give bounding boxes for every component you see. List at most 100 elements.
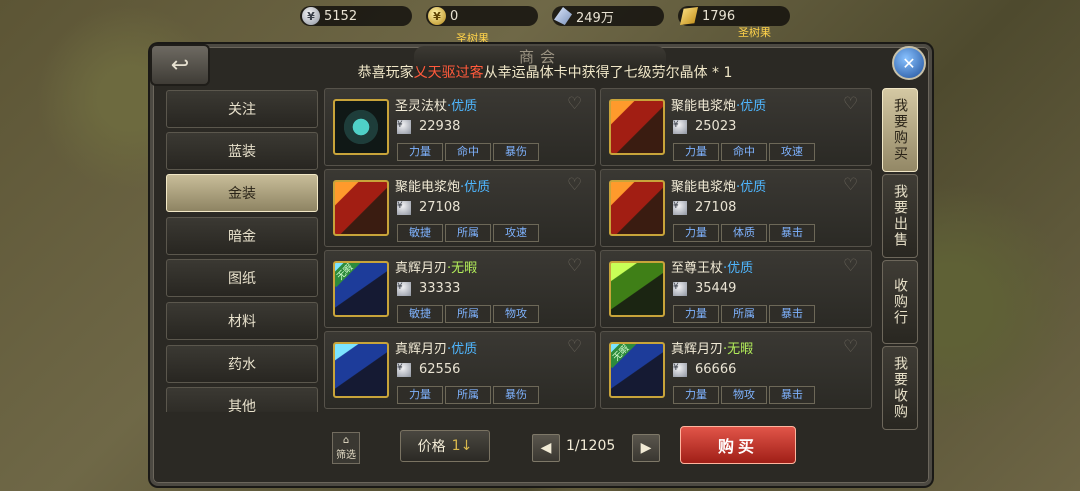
item-card[interactable]: 聚能电浆炮·优质 ♡ ¥27108 敏捷 所属 攻速 bbox=[324, 169, 596, 247]
item-card[interactable]: 无暇 真辉月刃·无暇 ♡ ¥66666 力量 物攻 暴击 bbox=[600, 331, 872, 409]
attr-badge: 敏捷 bbox=[397, 305, 443, 323]
prev-page-button[interactable]: ◀ bbox=[532, 434, 560, 462]
item-card[interactable]: 真辉月刃·优质 ♡ ¥62556 力量 所属 暴伤 bbox=[324, 331, 596, 409]
attr-badge: 力量 bbox=[673, 224, 719, 242]
item-name: 真辉月刃·无暇 bbox=[395, 261, 478, 276]
crystal-icon bbox=[554, 7, 572, 25]
favorite-icon[interactable]: ♡ bbox=[843, 177, 861, 194]
item-attrs: 力量 体质 暴击 bbox=[673, 224, 815, 242]
category-item-other[interactable]: 其他 bbox=[166, 387, 318, 412]
item-card[interactable]: 至尊王杖·优质 ♡ ¥35449 力量 所属 暴击 bbox=[600, 250, 872, 328]
item-name: 真辉月刃·优质 bbox=[395, 342, 478, 357]
item-card[interactable]: 无暇 真辉月刃·无暇 ♡ ¥33333 敏捷 所属 物攻 bbox=[324, 250, 596, 328]
category-nav: 关注 蓝装 金装 暗金 图纸 材料 药水 其他 bbox=[166, 90, 318, 412]
category-item-follow[interactable]: 关注 bbox=[166, 90, 318, 128]
favorite-icon[interactable]: ♡ bbox=[843, 96, 861, 113]
attr-badge: 命中 bbox=[721, 143, 767, 161]
attr-badge: 攻速 bbox=[493, 224, 539, 242]
item-price: ¥27108 bbox=[673, 200, 737, 215]
attr-badge: 力量 bbox=[397, 386, 443, 404]
attr-badge: 物攻 bbox=[721, 386, 767, 404]
item-price: ¥62556 bbox=[397, 362, 461, 377]
item-card[interactable]: 聚能电浆炮·优质 ♡ ¥27108 力量 体质 暴击 bbox=[600, 169, 872, 247]
buy-button[interactable]: 购买 bbox=[680, 426, 796, 464]
item-attrs: 力量 所属 暴击 bbox=[673, 305, 815, 323]
back-arrow-icon: ↩ bbox=[170, 52, 190, 78]
bottom-toolbar: ⌂ 筛选 价格 1↓ ◀ 1/1205 ▶ 购买 bbox=[162, 414, 874, 472]
item-price: ¥27108 bbox=[397, 200, 461, 215]
tab-buy[interactable]: 我要购买 bbox=[882, 88, 918, 172]
tab-request-purchase[interactable]: 我要收购 bbox=[882, 346, 918, 430]
item-name: 聚能电浆炮·优质 bbox=[671, 180, 767, 195]
category-item-material[interactable]: 材料 bbox=[166, 302, 318, 340]
chevron-left-icon: ◀ bbox=[540, 440, 552, 456]
next-page-button[interactable]: ▶ bbox=[632, 434, 660, 462]
item-attrs: 敏捷 所属 物攻 bbox=[397, 305, 539, 323]
tab-sell[interactable]: 我要出售 bbox=[882, 174, 918, 258]
goldbar-value: 1796 bbox=[702, 8, 736, 24]
goldbar-icon bbox=[680, 7, 698, 25]
favorite-icon[interactable]: ♡ bbox=[843, 258, 861, 275]
item-card[interactable]: 圣灵法杖·优质 ♡ ¥22938 力量 命中 暴伤 bbox=[324, 88, 596, 166]
moon-blade-icon: 无暇 bbox=[333, 261, 389, 317]
staff-icon bbox=[333, 99, 389, 155]
item-price: ¥25023 bbox=[673, 119, 737, 134]
silver-coin-icon: ¥ bbox=[397, 200, 411, 215]
favorite-icon[interactable]: ♡ bbox=[567, 258, 585, 275]
plasma-cannon-icon bbox=[333, 180, 389, 236]
attr-badge: 暴击 bbox=[769, 305, 815, 323]
royal-scepter-icon bbox=[609, 261, 665, 317]
favorite-icon[interactable]: ♡ bbox=[567, 96, 585, 113]
category-item-blueprint[interactable]: 图纸 bbox=[166, 259, 318, 297]
item-price: ¥35449 bbox=[673, 281, 737, 296]
filter-label: 筛选 bbox=[336, 450, 356, 461]
favorite-icon[interactable]: ♡ bbox=[843, 339, 861, 356]
attr-badge: 物攻 bbox=[493, 305, 539, 323]
category-item-dark-gold[interactable]: 暗金 bbox=[166, 217, 318, 255]
moon-blade-icon bbox=[333, 342, 389, 398]
close-button[interactable]: ✕ bbox=[892, 46, 926, 80]
attr-badge: 暴击 bbox=[769, 224, 815, 242]
sacred-tree-label-right: 圣树果 bbox=[738, 26, 771, 39]
item-card[interactable]: 聚能电浆炮·优质 ♡ ¥25023 力量 命中 攻速 bbox=[600, 88, 872, 166]
item-price: ¥66666 bbox=[673, 362, 737, 377]
favorite-icon[interactable]: ♡ bbox=[567, 177, 585, 194]
favorite-icon[interactable]: ♡ bbox=[567, 339, 585, 356]
crystal-value: 249万 bbox=[576, 10, 614, 26]
announcement-prefix: 恭喜玩家 bbox=[357, 65, 414, 81]
attr-badge: 所属 bbox=[445, 386, 491, 404]
attr-badge: 力量 bbox=[673, 386, 719, 404]
filter-button[interactable]: ⌂ 筛选 bbox=[332, 432, 360, 464]
plasma-cannon-icon bbox=[609, 99, 665, 155]
item-name: 至尊王杖·优质 bbox=[671, 261, 754, 276]
sort-arrow-icon: 1↓ bbox=[451, 438, 473, 454]
announcement-suffix: 从幸运晶体卡中获得了七级劳尔晶体 * 1 bbox=[483, 65, 733, 81]
item-attrs: 力量 所属 暴伤 bbox=[397, 386, 539, 404]
gold-value: 0 bbox=[450, 8, 459, 24]
item-name: 聚能电浆炮·优质 bbox=[671, 99, 767, 114]
item-name: 圣灵法杖·优质 bbox=[395, 99, 478, 114]
silver-coin-icon: ¥ bbox=[673, 119, 687, 134]
attr-badge: 力量 bbox=[673, 143, 719, 161]
tab-purchase-house[interactable]: 收购行 bbox=[882, 260, 918, 344]
attr-badge: 力量 bbox=[397, 143, 443, 161]
goldbar-resource: 1796 bbox=[678, 6, 790, 26]
attr-badge: 所属 bbox=[445, 224, 491, 242]
gold-resource: ¥ 0 bbox=[426, 6, 538, 26]
silver-coin-icon: ¥ bbox=[397, 119, 411, 134]
attr-badge: 所属 bbox=[721, 305, 767, 323]
item-attrs: 力量 命中 攻速 bbox=[673, 143, 815, 161]
attr-badge: 命中 bbox=[445, 143, 491, 161]
attr-badge: 体质 bbox=[721, 224, 767, 242]
announcement-bar: 恭喜玩家乂天驱过客从幸运晶体卡中获得了七级劳尔晶体 * 1 bbox=[200, 62, 890, 82]
attr-badge: 所属 bbox=[445, 305, 491, 323]
category-item-potion[interactable]: 药水 bbox=[166, 345, 318, 383]
category-item-blue[interactable]: 蓝装 bbox=[166, 132, 318, 170]
item-grid: 圣灵法杖·优质 ♡ ¥22938 力量 命中 暴伤 聚能电浆炮·优质 ♡ ¥25… bbox=[324, 88, 874, 410]
crystal-resource: 249万 bbox=[552, 6, 664, 26]
silver-coin-icon: ¥ bbox=[673, 362, 687, 377]
sort-label: 价格 bbox=[417, 439, 446, 455]
item-name: 真辉月刃·无暇 bbox=[671, 342, 754, 357]
category-item-gold[interactable]: 金装 bbox=[166, 174, 318, 212]
price-sort-button[interactable]: 价格 1↓ bbox=[400, 430, 490, 462]
